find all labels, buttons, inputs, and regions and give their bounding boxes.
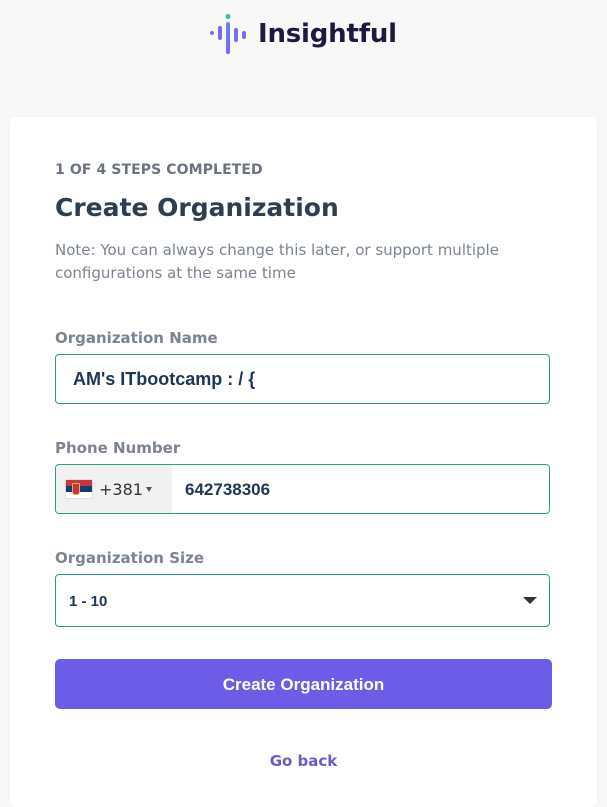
organization-name-value: AM's ITbootcamp : / { <box>73 369 256 389</box>
organization-size-label: Organization Size <box>55 549 205 567</box>
insightful-logo-icon <box>210 14 246 54</box>
create-organization-button[interactable]: Create Organization <box>55 659 552 709</box>
organization-size-value: 1 - 10 <box>69 593 108 610</box>
form-note: Note: You can always change this later, … <box>55 241 499 282</box>
top-header: Insightful <box>0 0 607 70</box>
brand-name: Insightful <box>258 19 397 49</box>
dial-code: +381 <box>99 480 143 499</box>
serbia-flag-icon <box>66 480 92 498</box>
phone-number-label: Phone Number <box>55 439 181 457</box>
organization-name-input[interactable]: AM's ITbootcamp : / { <box>55 354 550 404</box>
brand-logo[interactable]: Insightful <box>208 13 397 55</box>
organization-name-label: Organization Name <box>55 329 218 347</box>
caret-down-icon <box>523 597 537 604</box>
page-title: Create Organization <box>55 193 339 222</box>
progress-text: 1 OF 4 STEPS COMPLETED <box>55 162 263 178</box>
caret-down-icon <box>146 487 152 492</box>
country-code-select[interactable]: +381 <box>56 465 172 513</box>
phone-number-input[interactable]: 642738306 <box>185 480 270 500</box>
phone-number-field: +381 642738306 <box>55 464 550 514</box>
go-back-link[interactable]: Go back <box>0 752 607 770</box>
organization-size-select[interactable]: 1 - 10 <box>55 574 550 627</box>
